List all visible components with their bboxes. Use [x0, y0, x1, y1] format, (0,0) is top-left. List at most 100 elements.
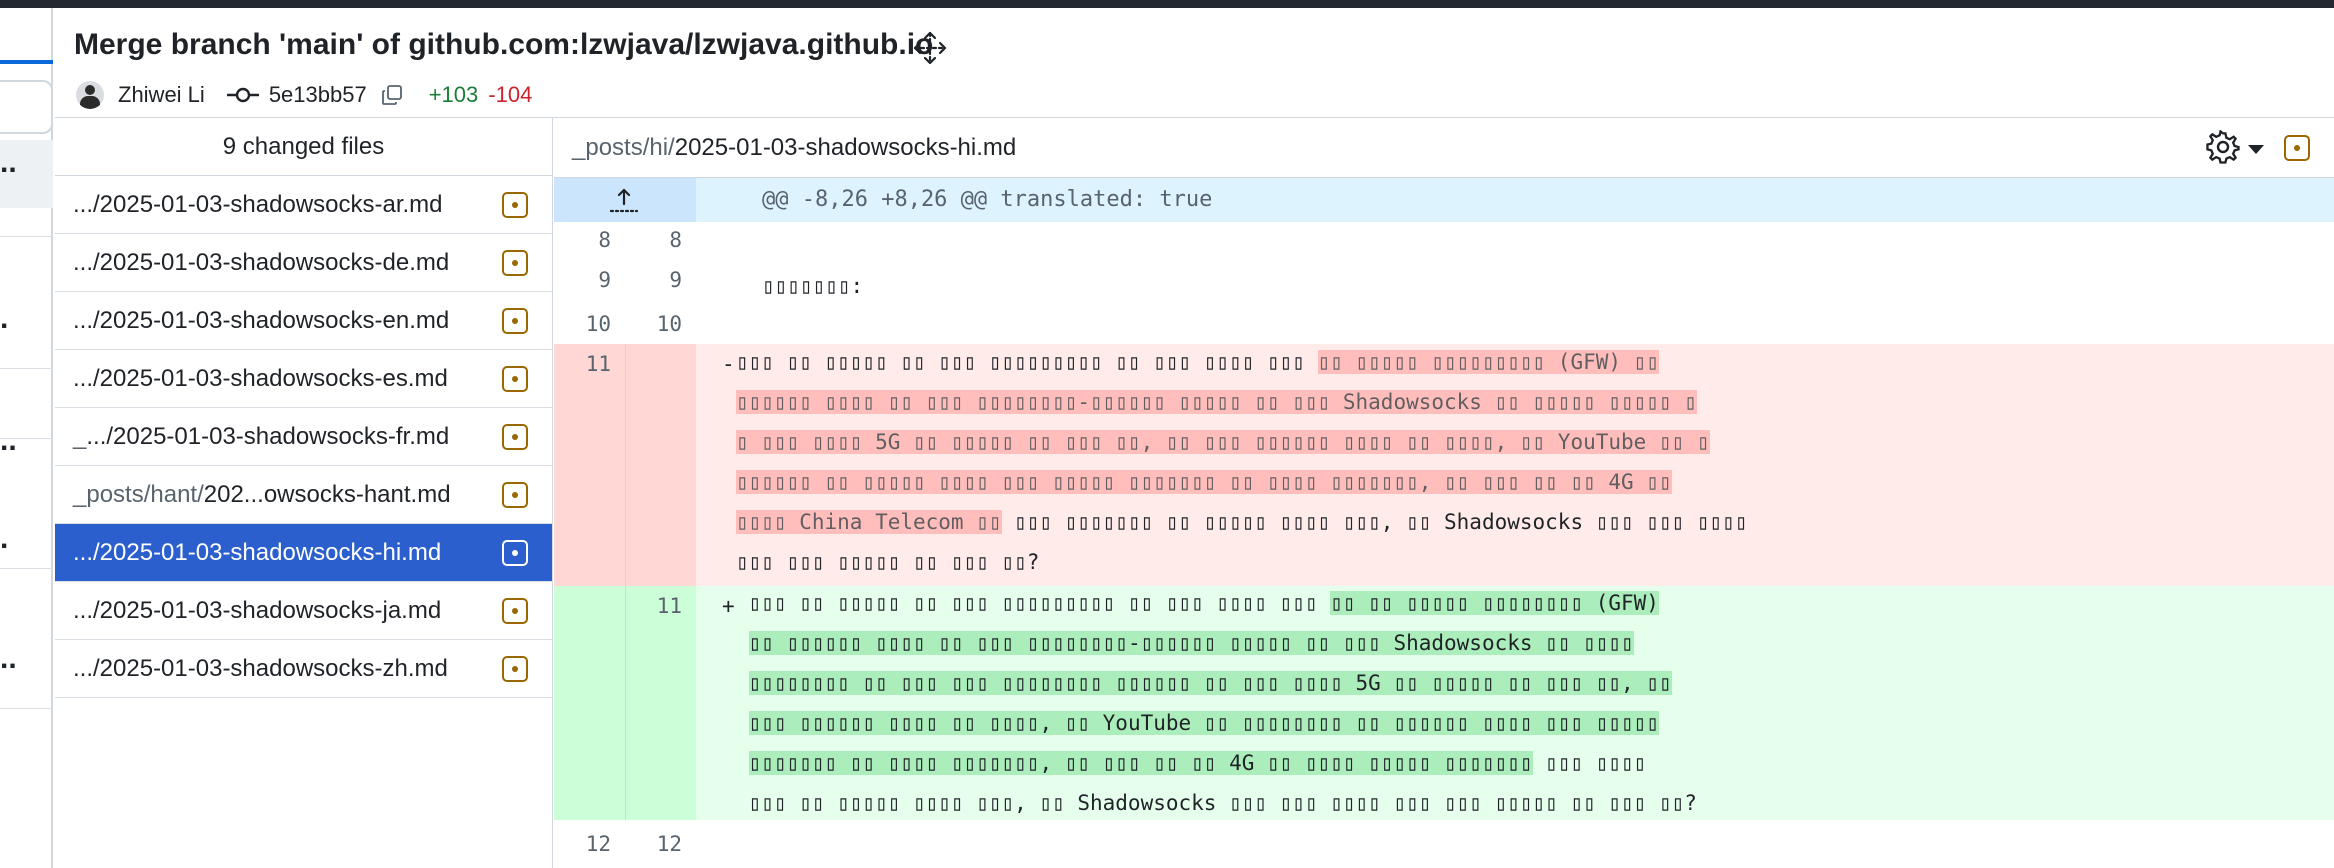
diff-file-header: _posts/hi/2025-01-03-shadowsocks-hi.md	[554, 118, 2334, 178]
copy-icon[interactable]	[381, 84, 403, 106]
file-modified-icon[interactable]	[502, 250, 528, 276]
diff-line-context: 9 9 ▯▯▯▯▯▯▯:	[554, 262, 2334, 302]
changed-file-basename: .../2025-01-03-shadowsocks-en.md	[73, 307, 450, 334]
changed-file-basename: .../2025-01-03-shadowsocks-ar.md	[73, 191, 443, 218]
author-name[interactable]: Zhiwei Li	[118, 82, 205, 108]
changed-file-name: .../2025-01-03-shadowsocks-hi.md	[73, 539, 441, 567]
added-code-line: ▯▯▯ ▯▯ ▯▯▯▯▯ ▯▯▯▯ ▯▯▯, ▯▯ Shadowsocks ▯▯…	[736, 791, 1697, 815]
old-line-number[interactable]: 8	[554, 228, 625, 252]
diff-line-context: 8 8	[554, 222, 2334, 262]
file-modified-icon[interactable]	[502, 482, 528, 508]
commit-sha[interactable]: 5e13bb57	[269, 82, 367, 108]
added-code: ▯▯▯ ▯▯ ▯▯▯▯▯ ▯▯ ▯▯▯ ▯▯▯▯▯▯▯▯▯ ▯▯ ▯▯▯ ▯▯▯…	[736, 583, 2334, 823]
added-code-line: ▯▯▯▯▯▯▯▯ ▯▯ ▯▯▯ ▯▯▯ ▯▯▯▯▯▯▯▯ ▯▯▯▯▯▯ ▯▯ ▯…	[748, 671, 1672, 695]
file-modified-icon[interactable]	[502, 540, 528, 566]
changed-file-dir: _posts/hant/	[73, 481, 204, 508]
old-line-number[interactable]: 9	[554, 268, 625, 292]
changed-file-basename: 202...owsocks-hant.md	[203, 481, 451, 508]
changed-file-name: .../2025-01-03-shadowsocks-ar.md	[73, 191, 443, 219]
diff-line-context: 12 12	[554, 820, 2334, 860]
additions-count: +103	[428, 82, 479, 107]
truncation-ellipsis: .	[0, 302, 9, 335]
added-code-line: ▯▯▯▯▯▯▯ ▯▯ ▯▯▯▯ ▯▯▯▯▯▯▯, ▯▯ ▯▯▯ ▯▯ ▯▯ 4G…	[748, 751, 1647, 775]
changed-file-dir: _	[73, 423, 87, 450]
diff-file-path[interactable]: _posts/hi/2025-01-03-shadowsocks-hi.md	[572, 134, 1016, 162]
deleted-code-line: ▯ ▯▯▯ ▯▯▯▯ 5G ▯▯ ▯▯▯▯▯ ▯▯ ▯▯▯ ▯▯, ▯▯ ▯▯▯…	[736, 430, 1710, 454]
changed-file-basename: .../2025-01-03-shadowsocks-fr.md	[86, 423, 450, 450]
old-line-number[interactable]: 12	[554, 832, 625, 856]
commit-meta: Zhiwei Li 5e13bb57 +103 -104	[76, 78, 532, 112]
new-line-number[interactable]: 8	[625, 228, 696, 252]
deleted-sign: -	[722, 352, 735, 376]
new-line-number[interactable]: 10	[625, 312, 696, 336]
gutter-divider	[625, 344, 626, 586]
changed-file-name: .../2025-01-03-shadowsocks-ja.md	[73, 597, 441, 625]
changed-file-item[interactable]: _.../2025-01-03-shadowsocks-fr.md	[55, 408, 552, 466]
new-line-number[interactable]: 9	[625, 268, 696, 292]
changed-file-item[interactable]: .../2025-01-03-shadowsocks-en.md	[55, 292, 552, 350]
deleted-code-line: ▯▯▯▯ China Telecom ▯▯ ▯▯▯ ▯▯▯▯▯▯▯ ▯▯ ▯▯▯…	[736, 510, 1748, 534]
commit-header: Merge branch 'main' of github.com:lzwjav…	[55, 8, 2334, 118]
changed-file-item[interactable]: .../2025-01-03-shadowsocks-es.md	[55, 350, 552, 408]
old-line-number[interactable]: 10	[554, 312, 625, 336]
diff-file-name: 2025-01-03-shadowsocks-hi.md	[674, 134, 1017, 161]
deleted-code-line: ▯▯▯▯▯▯ ▯▯ ▯▯▯▯▯ ▯▯▯▯ ▯▯▯ ▯▯▯▯▯ ▯▯▯▯▯▯▯ ▯…	[736, 470, 1672, 494]
deleted-code-line: ▯▯▯▯▯▯ ▯▯▯▯ ▯▯ ▯▯▯ ▯▯▯▯▯▯▯▯-▯▯▯▯▯▯ ▯▯▯▯▯…	[736, 390, 1697, 414]
line-code: ▯▯▯▯▯▯▯:	[762, 274, 864, 298]
side-panel-input[interactable]	[0, 80, 53, 134]
gear-icon[interactable]	[2206, 130, 2240, 164]
avatar[interactable]	[76, 81, 104, 109]
diff-panel: _posts/hi/2025-01-03-shadowsocks-hi.md @…	[554, 118, 2334, 868]
side-panel-row[interactable]	[0, 708, 53, 776]
changed-file-item[interactable]: .../2025-01-03-shadowsocks-ar.md	[55, 176, 552, 234]
changed-file-basename: .../2025-01-03-shadowsocks-es.md	[73, 365, 448, 392]
move-icon[interactable]	[910, 28, 950, 68]
window-top-strip	[0, 0, 2334, 8]
collapsed-side-panel: .. . .. . ..	[0, 8, 53, 868]
truncation-ellipsis: ..	[0, 642, 17, 675]
expand-up-icon[interactable]	[608, 186, 640, 216]
changed-file-name: _.../2025-01-03-shadowsocks-fr.md	[73, 423, 449, 451]
side-panel-row[interactable]	[0, 568, 53, 636]
changed-file-name: .../2025-01-03-shadowsocks-zh.md	[73, 655, 448, 683]
chevron-down-icon[interactable]	[2248, 145, 2264, 154]
file-modified-icon[interactable]	[502, 192, 528, 218]
file-modified-icon[interactable]	[502, 308, 528, 334]
diff-line-deleted: 11 - ▯▯▯ ▯▯ ▯▯▯▯▯ ▯▯ ▯▯▯ ▯▯▯▯▯▯▯▯▯ ▯▯ ▯▯…	[554, 344, 2334, 586]
truncation-ellipsis: ..	[0, 146, 17, 179]
added-code-line: ▯▯▯ ▯▯ ▯▯▯▯▯ ▯▯ ▯▯▯ ▯▯▯▯▯▯▯▯▯ ▯▯ ▯▯▯ ▯▯▯…	[736, 591, 1659, 615]
changed-file-item[interactable]: .../2025-01-03-shadowsocks-hi.md	[55, 524, 552, 582]
changed-file-name: _posts/hant/202...owsocks-hant.md	[73, 481, 451, 509]
changed-file-item[interactable]: .../2025-01-03-shadowsocks-zh.md	[55, 640, 552, 698]
truncation-ellipsis: .	[0, 522, 9, 555]
new-line-number[interactable]: 12	[625, 832, 696, 856]
deleted-code-line: ▯▯▯ ▯▯▯ ▯▯▯▯▯ ▯▯ ▯▯▯ ▯▯?	[736, 550, 1040, 574]
expand-gutter[interactable]	[554, 178, 696, 222]
changed-files-panel: 9 changed files .../2025-01-03-shadowsoc…	[55, 118, 553, 868]
old-line-number[interactable]: 11	[554, 352, 625, 376]
diff-line-context: 10 10	[554, 302, 2334, 342]
hunk-header-row: @@ -8,26 +8,26 @@ translated: true	[554, 178, 2334, 222]
gutter-divider	[625, 586, 626, 820]
added-sign: +	[722, 594, 735, 618]
changed-file-basename: .../2025-01-03-shadowsocks-de.md	[73, 249, 450, 276]
deleted-code-line: ▯▯▯ ▯▯ ▯▯▯▯▯ ▯▯ ▯▯▯ ▯▯▯▯▯▯▯▯▯ ▯▯ ▯▯▯ ▯▯▯…	[736, 350, 1659, 374]
new-line-number[interactable]: 11	[625, 594, 696, 618]
added-code-line: ▯▯▯ ▯▯▯▯▯▯ ▯▯▯▯ ▯▯ ▯▯▯▯, ▯▯ YouTube ▯▯ ▯…	[748, 711, 1659, 735]
active-indicator	[0, 60, 53, 64]
git-commit-icon	[226, 87, 259, 103]
changed-file-item[interactable]: .../2025-01-03-shadowsocks-de.md	[55, 234, 552, 292]
changed-file-item[interactable]: _posts/hant/202...owsocks-hant.md	[55, 466, 552, 524]
file-modified-icon[interactable]	[502, 366, 528, 392]
hunk-header-text: @@ -8,26 +8,26 @@ translated: true	[762, 187, 1213, 212]
file-modified-icon[interactable]	[502, 424, 528, 450]
changed-file-basename: .../2025-01-03-shadowsocks-hi.md	[73, 539, 442, 566]
side-panel-row[interactable]	[0, 438, 53, 506]
file-modified-icon	[2284, 135, 2310, 161]
file-modified-icon[interactable]	[502, 598, 528, 624]
changed-file-name: .../2025-01-03-shadowsocks-es.md	[73, 365, 448, 393]
file-modified-icon[interactable]	[502, 656, 528, 682]
changed-file-item[interactable]: .../2025-01-03-shadowsocks-ja.md	[55, 582, 552, 640]
added-code-line: ▯▯ ▯▯▯▯▯▯ ▯▯▯▯ ▯▯ ▯▯▯ ▯▯▯▯▯▯▯▯-▯▯▯▯▯▯ ▯▯…	[748, 631, 1634, 655]
side-panel-row[interactable]	[0, 236, 53, 304]
